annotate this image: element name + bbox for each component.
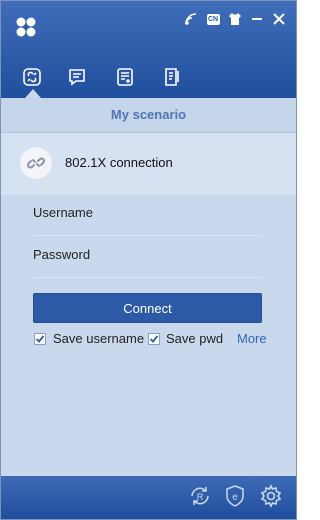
- scenario-title: My scenario: [1, 98, 296, 133]
- more-link[interactable]: More: [237, 331, 267, 346]
- username-label: Username: [33, 205, 93, 220]
- language-cn-icon[interactable]: CN: [206, 12, 220, 26]
- tab-notebook-edit-icon[interactable]: [161, 65, 183, 89]
- titlebar-controls: CN: [184, 12, 286, 26]
- gear-icon[interactable]: [259, 484, 283, 508]
- header: CN: [1, 1, 296, 98]
- tab-bar: [1, 65, 296, 98]
- connect-button[interactable]: Connect: [33, 293, 262, 323]
- shirt-skin-icon[interactable]: [228, 12, 242, 26]
- minimize-icon[interactable]: [250, 12, 264, 26]
- close-icon[interactable]: [272, 12, 286, 26]
- password-label: Password: [33, 247, 91, 262]
- save-pwd-checkbox[interactable]: [148, 333, 160, 345]
- svg-text:e: e: [232, 492, 238, 503]
- tab-message-icon[interactable]: [66, 65, 88, 89]
- svg-text:R: R: [197, 492, 204, 502]
- password-field[interactable]: Password: [33, 237, 262, 278]
- app-logo: [15, 16, 37, 38]
- footer: R e: [1, 476, 296, 519]
- save-username-checkbox[interactable]: [34, 333, 46, 345]
- username-field[interactable]: Username: [33, 195, 262, 236]
- tab-list-document-icon[interactable]: [114, 65, 136, 89]
- selected-tab-indicator: [25, 89, 41, 98]
- broken-link-icon: [20, 147, 52, 179]
- e-shield-icon[interactable]: e: [223, 484, 247, 508]
- save-username-label: Save username: [53, 331, 145, 346]
- connection-item[interactable]: 802.1X connection: [1, 133, 296, 195]
- connection-label: 802.1X connection: [65, 155, 173, 170]
- registered-refresh-icon[interactable]: R: [188, 484, 212, 508]
- wifi-signal-icon[interactable]: [184, 12, 198, 26]
- client-window: CN My scenario 802.1X connection Usernam…: [0, 0, 297, 520]
- save-pwd-label: Save pwd: [166, 331, 224, 346]
- tab-link-scenario-icon[interactable]: [21, 65, 43, 89]
- options-row: Save username Save pwd More: [34, 331, 274, 349]
- language-badge: CN: [206, 13, 220, 25]
